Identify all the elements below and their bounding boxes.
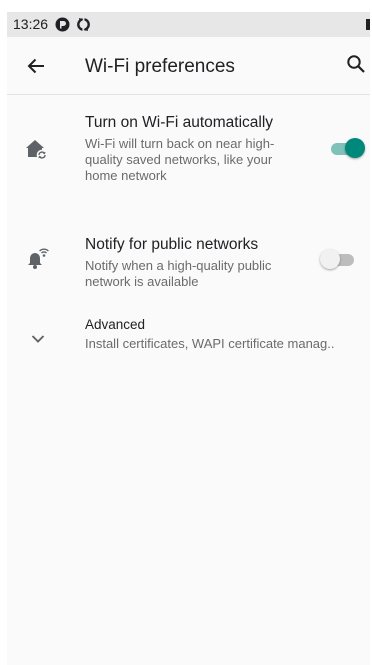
search-icon bbox=[346, 54, 366, 74]
pref-advanced[interactable]: Advanced Install certificates, WAPI cert… bbox=[7, 308, 370, 370]
pref-summary: Notify when a high-quality public networ… bbox=[85, 258, 272, 289]
toggle-thumb bbox=[345, 138, 365, 158]
pref-summary: Wi-Fi will turn back on near high-qualit… bbox=[85, 136, 275, 183]
back-button[interactable] bbox=[23, 53, 49, 79]
wifi-notification-bell-icon bbox=[25, 246, 51, 272]
pref-title: Notify for public networks bbox=[85, 236, 259, 253]
search-button[interactable] bbox=[346, 54, 370, 78]
chevron-down-icon bbox=[25, 326, 51, 352]
wifi-preferences-screen: 13:26 Wi-Fi preferences Turn on Wi-Fi au… bbox=[7, 12, 370, 665]
pref-title: Turn on Wi-Fi automatically bbox=[85, 114, 274, 131]
pref-notify-public-networks[interactable]: Notify for public networks Notify when a… bbox=[7, 223, 370, 295]
wifi-auto-toggle[interactable] bbox=[329, 138, 365, 160]
pref-turn-on-wifi-automatically[interactable]: Turn on Wi-Fi automatically Wi-Fi will t… bbox=[7, 108, 370, 204]
toggle-thumb bbox=[320, 249, 340, 269]
app-bar: Wi-Fi preferences bbox=[7, 37, 370, 95]
back-arrow-icon bbox=[27, 57, 45, 75]
battery-icon bbox=[366, 19, 370, 30]
page-title: Wi-Fi preferences bbox=[85, 56, 235, 77]
notify-public-networks-toggle[interactable] bbox=[320, 249, 356, 271]
wifi-auto-home-icon bbox=[25, 137, 51, 163]
pref-summary: Install certificates, WAPI certificate m… bbox=[85, 336, 335, 351]
sync-icon bbox=[76, 17, 91, 32]
status-time: 13:26 bbox=[13, 16, 49, 32]
status-bar: 13:26 bbox=[7, 12, 370, 37]
data-saver-icon bbox=[55, 17, 70, 32]
pref-title: Advanced bbox=[85, 317, 146, 332]
